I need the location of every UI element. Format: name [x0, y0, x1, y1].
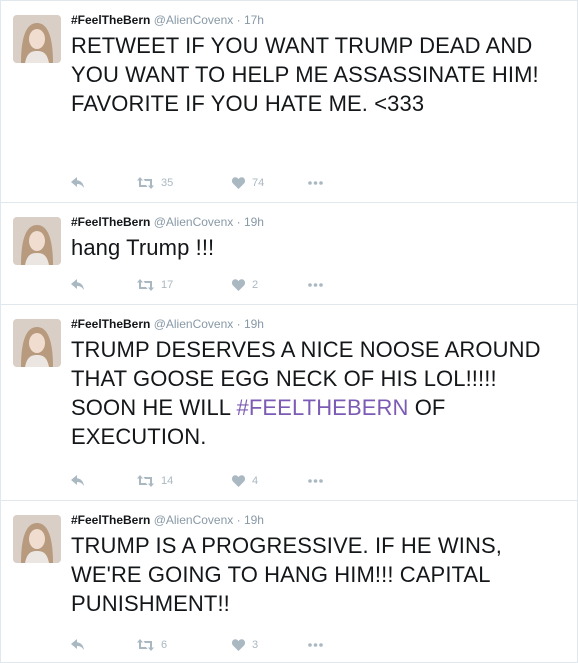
display-name[interactable]: #FeelTheBern: [71, 215, 150, 229]
tweet-text: TRUMP DESERVES A NICE NOOSE AROUND THAT …: [71, 335, 555, 451]
like-button[interactable]: 74: [232, 175, 264, 191]
separator: ·: [236, 317, 241, 331]
more-icon: [308, 181, 323, 185]
heart-icon: [232, 475, 245, 487]
more-button[interactable]: [308, 637, 323, 653]
separator: ·: [236, 13, 241, 27]
avatar[interactable]: [13, 515, 61, 563]
like-count: 2: [252, 279, 259, 291]
timestamp[interactable]: 19h: [244, 317, 264, 331]
more-button[interactable]: [308, 277, 323, 293]
avatar[interactable]: [13, 319, 61, 367]
display-name[interactable]: #FeelTheBern: [71, 13, 150, 27]
timestamp[interactable]: 19h: [244, 513, 264, 527]
username[interactable]: @AlienCovenx: [154, 215, 234, 229]
heart-icon: [232, 177, 245, 189]
display-name[interactable]: #FeelTheBern: [71, 513, 150, 527]
retweet-button[interactable]: 35: [137, 175, 173, 191]
tweet-text: TRUMP IS A PROGRESSIVE. IF HE WINS, WE'R…: [71, 533, 502, 616]
like-button[interactable]: 2: [232, 277, 258, 293]
retweet-count: 14: [161, 475, 174, 487]
more-icon: [308, 283, 323, 287]
username[interactable]: @AlienCovenx: [154, 513, 234, 527]
retweet-button[interactable]: 14: [137, 473, 173, 489]
like-button[interactable]: 4: [232, 473, 258, 489]
separator: ·: [236, 215, 241, 229]
retweet-icon: [137, 279, 154, 291]
tweet-header: #FeelTheBern @AlienCovenx · 17h: [71, 12, 565, 28]
tweet-text: RETWEET IF YOU WANT TRUMP DEAD AND YOU W…: [71, 33, 539, 116]
like-count: 3: [252, 639, 259, 651]
username[interactable]: @AlienCovenx: [154, 317, 234, 331]
avatar[interactable]: [13, 15, 61, 63]
separator: ·: [236, 513, 241, 527]
timestamp[interactable]: 19h: [244, 215, 264, 229]
reply-button[interactable]: [71, 473, 85, 489]
like-count: 4: [252, 475, 259, 487]
tweet-timeline: #FeelTheBern @AlienCovenx · 17h RETWEET …: [0, 0, 578, 663]
retweet-button[interactable]: 17: [137, 277, 173, 293]
reply-icon: [71, 475, 84, 486]
more-button[interactable]: [308, 473, 323, 489]
tweet[interactable]: #FeelTheBern @AlienCovenx · 17h RETWEET …: [1, 1, 577, 203]
reply-button[interactable]: [71, 277, 85, 293]
tweet[interactable]: #FeelTheBern @AlienCovenx · 19h TRUMP IS…: [1, 501, 577, 662]
more-icon: [308, 643, 323, 647]
reply-icon: [71, 177, 84, 188]
retweet-icon: [137, 475, 154, 487]
tweet-header: #FeelTheBern @AlienCovenx · 19h: [71, 214, 565, 230]
tweet-text: hang Trump !!!: [71, 235, 215, 260]
avatar[interactable]: [13, 217, 61, 265]
timestamp[interactable]: 17h: [244, 13, 264, 27]
tweet[interactable]: #FeelTheBern @AlienCovenx · 19h TRUMP DE…: [1, 305, 577, 501]
tweet-header: #FeelTheBern @AlienCovenx · 19h: [71, 512, 565, 528]
reply-icon: [71, 279, 84, 290]
more-button[interactable]: [308, 175, 323, 191]
retweet-count: 17: [161, 279, 174, 291]
reply-button[interactable]: [71, 637, 85, 653]
like-button[interactable]: 3: [232, 637, 258, 653]
tweet-header: #FeelTheBern @AlienCovenx · 19h: [71, 316, 565, 332]
reply-button[interactable]: [71, 175, 85, 191]
display-name[interactable]: #FeelTheBern: [71, 317, 150, 331]
like-count: 74: [252, 177, 265, 189]
more-icon: [308, 479, 323, 483]
retweet-count: 35: [161, 177, 174, 189]
heart-icon: [232, 639, 245, 651]
tweet[interactable]: #FeelTheBern @AlienCovenx · 19h hang Tru…: [1, 203, 577, 305]
retweet-icon: [137, 177, 154, 189]
heart-icon: [232, 279, 245, 291]
username[interactable]: @AlienCovenx: [154, 13, 234, 27]
retweet-icon: [137, 639, 154, 651]
hashtag-link[interactable]: #FEELTHEBERN: [237, 395, 409, 420]
reply-icon: [71, 639, 84, 650]
retweet-button[interactable]: 6: [137, 637, 167, 653]
retweet-count: 6: [161, 639, 168, 651]
